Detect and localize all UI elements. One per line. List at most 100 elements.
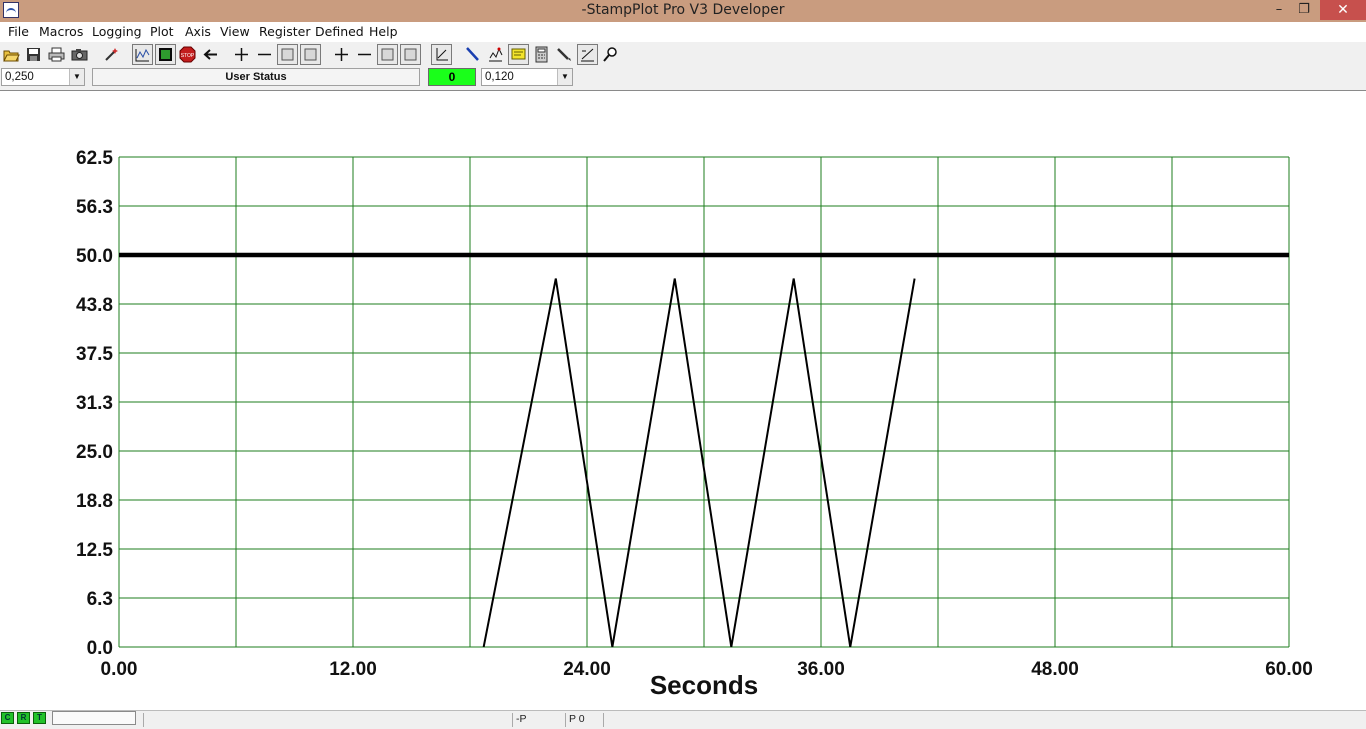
camera-icon	[71, 49, 88, 61]
plot-button[interactable]	[132, 44, 153, 65]
menu-macros[interactable]: Macros	[39, 24, 83, 39]
menu-help[interactable]: Help	[369, 24, 398, 39]
note-button[interactable]	[508, 44, 529, 65]
x-tick-label: 24.00	[563, 659, 611, 680]
chart-button[interactable]	[485, 44, 506, 65]
plot-icon	[135, 48, 150, 62]
pen-button[interactable]	[462, 44, 483, 65]
page-up-button[interactable]	[377, 44, 398, 65]
y-tick-label: 12.5	[76, 540, 113, 561]
y-tick-label: 0.0	[87, 638, 113, 659]
zoom-in-x-button[interactable]	[231, 44, 252, 65]
monitor-button[interactable]	[155, 44, 176, 65]
y-tick-label: 50.0	[76, 246, 113, 267]
stop-icon: STOP	[179, 46, 196, 63]
restore-button[interactable]: ❐	[1291, 0, 1317, 20]
title-bar: -StampPlot Pro V3 Developer – ❐ ✕	[0, 0, 1366, 22]
zoom-out-x-button[interactable]	[254, 44, 275, 65]
page-down-button[interactable]	[400, 44, 421, 65]
status-bar: C R T -P P 0	[0, 710, 1366, 729]
back-arrow-icon	[203, 49, 217, 60]
minus-icon	[258, 53, 271, 56]
right-value-text: 0,120	[485, 71, 514, 83]
stop-button[interactable]: STOP	[177, 44, 198, 65]
x-tick-label: 12.00	[329, 659, 377, 680]
menu-plot[interactable]: Plot	[150, 24, 174, 39]
chart-icon	[489, 47, 503, 62]
left-value-combo[interactable]: 0,250 ▼	[1, 68, 85, 86]
pen-icon	[466, 47, 479, 61]
print-button[interactable]	[46, 44, 67, 65]
calculator-icon	[535, 46, 548, 63]
status-divider	[603, 713, 604, 727]
status-divider	[512, 713, 513, 727]
left-value-text: 0,250	[5, 71, 34, 83]
note-icon	[511, 48, 526, 60]
open-folder-icon	[3, 50, 20, 62]
x-tick-label: 48.00	[1031, 659, 1079, 680]
svg-text:STOP: STOP	[181, 53, 195, 59]
menu-defined[interactable]: Defined	[315, 24, 364, 39]
x-tick-label: 0.00	[101, 659, 138, 680]
led-t: T	[33, 712, 46, 724]
pencil-button[interactable]	[554, 44, 575, 65]
led-r: R	[17, 712, 30, 724]
axis-icon	[436, 48, 448, 61]
menu-bar: File Macros Logging Plot Axis View Regis…	[0, 22, 1366, 42]
page-right-button[interactable]	[300, 44, 321, 65]
save-button[interactable]	[23, 44, 44, 65]
y-tick-label: 6.3	[87, 589, 113, 610]
page-icon	[281, 48, 294, 61]
y-tick-label: 25.0	[76, 442, 113, 463]
minimize-button[interactable]: –	[1266, 0, 1292, 20]
status-slot-1: -P	[516, 713, 527, 725]
close-button[interactable]: ✕	[1320, 0, 1366, 20]
sawtooth-series	[482, 278, 916, 648]
toolbar: STOP	[0, 42, 1366, 67]
y-tick-label: 18.8	[76, 491, 113, 512]
axis-button[interactable]	[431, 44, 452, 65]
counter-display: 0	[428, 68, 476, 86]
magnify-button[interactable]	[600, 44, 621, 65]
menu-view[interactable]: View	[220, 24, 250, 39]
close-icon: ✕	[1337, 2, 1349, 18]
restore-icon: ❐	[1298, 2, 1310, 17]
controls-row: 0,250 ▼ User Status 0 0,120 ▼	[0, 67, 1366, 88]
page-left-button[interactable]	[277, 44, 298, 65]
menu-axis[interactable]: Axis	[185, 24, 211, 39]
user-status-box: User Status	[92, 68, 420, 86]
menu-register[interactable]: Register	[259, 24, 310, 39]
led-c: C	[1, 712, 14, 724]
y-tick-label: 43.8	[76, 295, 113, 316]
right-value-combo[interactable]: 0,120 ▼	[481, 68, 573, 86]
status-slot-2: P 0	[569, 713, 585, 725]
chevron-down-icon[interactable]: ▼	[69, 69, 84, 85]
plus-icon	[335, 48, 348, 61]
camera-button[interactable]	[69, 44, 90, 65]
x-tick-label: 36.00	[797, 659, 845, 680]
calculator-button[interactable]	[531, 44, 552, 65]
magnify-icon	[603, 47, 617, 62]
back-arrow-button[interactable]	[200, 44, 221, 65]
plus-icon	[235, 48, 248, 61]
x-axis-title: Seconds	[650, 670, 758, 700]
graph-button[interactable]	[577, 44, 598, 65]
menu-file[interactable]: File	[8, 24, 29, 39]
wand-icon	[105, 48, 118, 61]
wand-button[interactable]	[101, 44, 122, 65]
plot-area[interactable]: 0.0 6.3 12.5 18.8 25.0 31.3 37.5 43.8 50.0 56.3 62…	[0, 90, 1366, 710]
status-divider	[565, 713, 566, 727]
chevron-down-icon[interactable]: ▼	[557, 69, 572, 85]
status-divider	[143, 713, 144, 727]
zoom-out-y-button[interactable]	[354, 44, 375, 65]
menu-logging[interactable]: Logging	[92, 24, 142, 39]
y-tick-label: 37.5	[76, 344, 113, 365]
minus-icon	[358, 53, 371, 56]
status-scrollbar[interactable]	[52, 711, 136, 725]
stampplot-window: -StampPlot Pro V3 Developer – ❐ ✕ File M…	[0, 0, 1366, 729]
graph-icon	[581, 48, 594, 62]
print-icon	[48, 47, 65, 62]
open-folder-button[interactable]	[1, 44, 22, 65]
zoom-in-y-button[interactable]	[331, 44, 352, 65]
pencil-icon	[557, 48, 571, 61]
